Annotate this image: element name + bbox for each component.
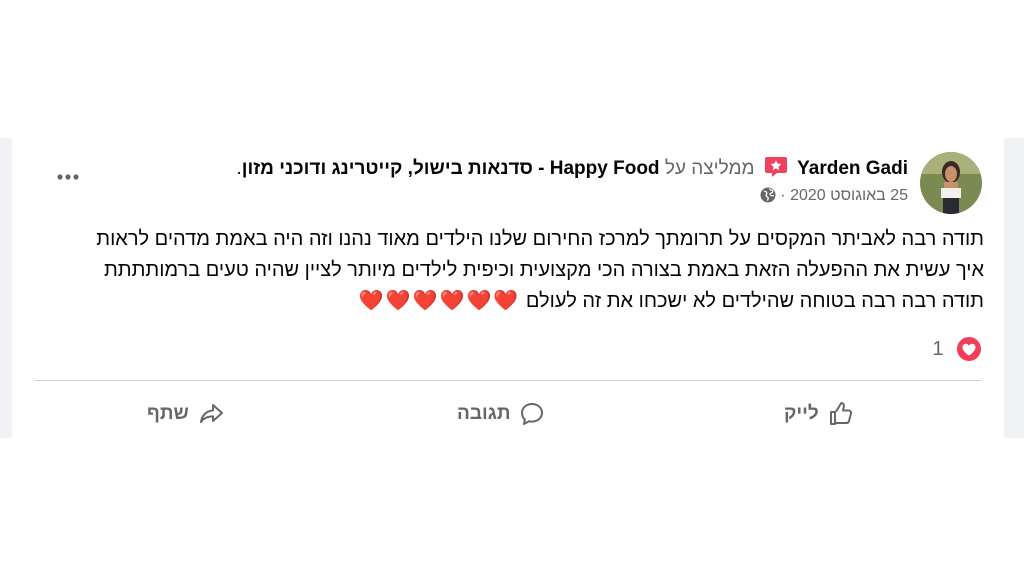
share-label: שתף xyxy=(147,403,189,424)
post-text: תודה רבה לאביתר המקסים על תרומתך למרכז ה… xyxy=(96,228,984,312)
comment-button[interactable]: תגובה xyxy=(457,394,546,434)
post-body: תודה רבה לאביתר המקסים על תרומתך למרכז ה… xyxy=(74,224,984,317)
post-date[interactable]: 25 באוגוסט 2020 xyxy=(790,187,908,204)
author-name[interactable]: Yarden Gadi xyxy=(797,158,908,179)
recommends-label: ממליצה על xyxy=(664,158,755,179)
post-title-line: Yarden Gadi ממליצה על Happy Food - סדנאו… xyxy=(48,156,908,182)
heart-emojis: ❤️❤️❤️❤️❤️❤️ xyxy=(358,290,521,312)
like-button[interactable]: לייק xyxy=(784,394,855,434)
reactions-summary[interactable]: 1 xyxy=(932,336,982,364)
love-reaction-icon xyxy=(956,336,982,362)
share-icon xyxy=(199,404,223,423)
globe-icon xyxy=(760,187,776,203)
like-icon xyxy=(829,402,852,425)
recommend-star-icon xyxy=(764,156,788,178)
like-label: לייק xyxy=(784,403,819,424)
share-button[interactable]: שתף xyxy=(147,394,225,434)
avatar[interactable] xyxy=(920,152,982,214)
comment-icon xyxy=(521,403,544,425)
page-name-link[interactable]: Happy Food - סדנאות בישול, קייטרינג ודוכ… xyxy=(242,158,660,179)
actions-divider xyxy=(34,380,982,381)
reaction-count: 1 xyxy=(932,337,944,360)
recommendation-post: Yarden Gadi ממליצה על Happy Food - סדנאו… xyxy=(12,138,1004,438)
post-meta: 25 באוגוסט 2020 · xyxy=(48,186,908,206)
post-header-text: Yarden Gadi ממליצה על Happy Food - סדנאו… xyxy=(48,156,908,206)
post-header: Yarden Gadi ממליצה על Happy Food - סדנאו… xyxy=(42,152,982,214)
comment-label: תגובה xyxy=(457,403,511,424)
meta-separator: · xyxy=(780,187,786,204)
more-options-icon[interactable] xyxy=(48,162,88,192)
